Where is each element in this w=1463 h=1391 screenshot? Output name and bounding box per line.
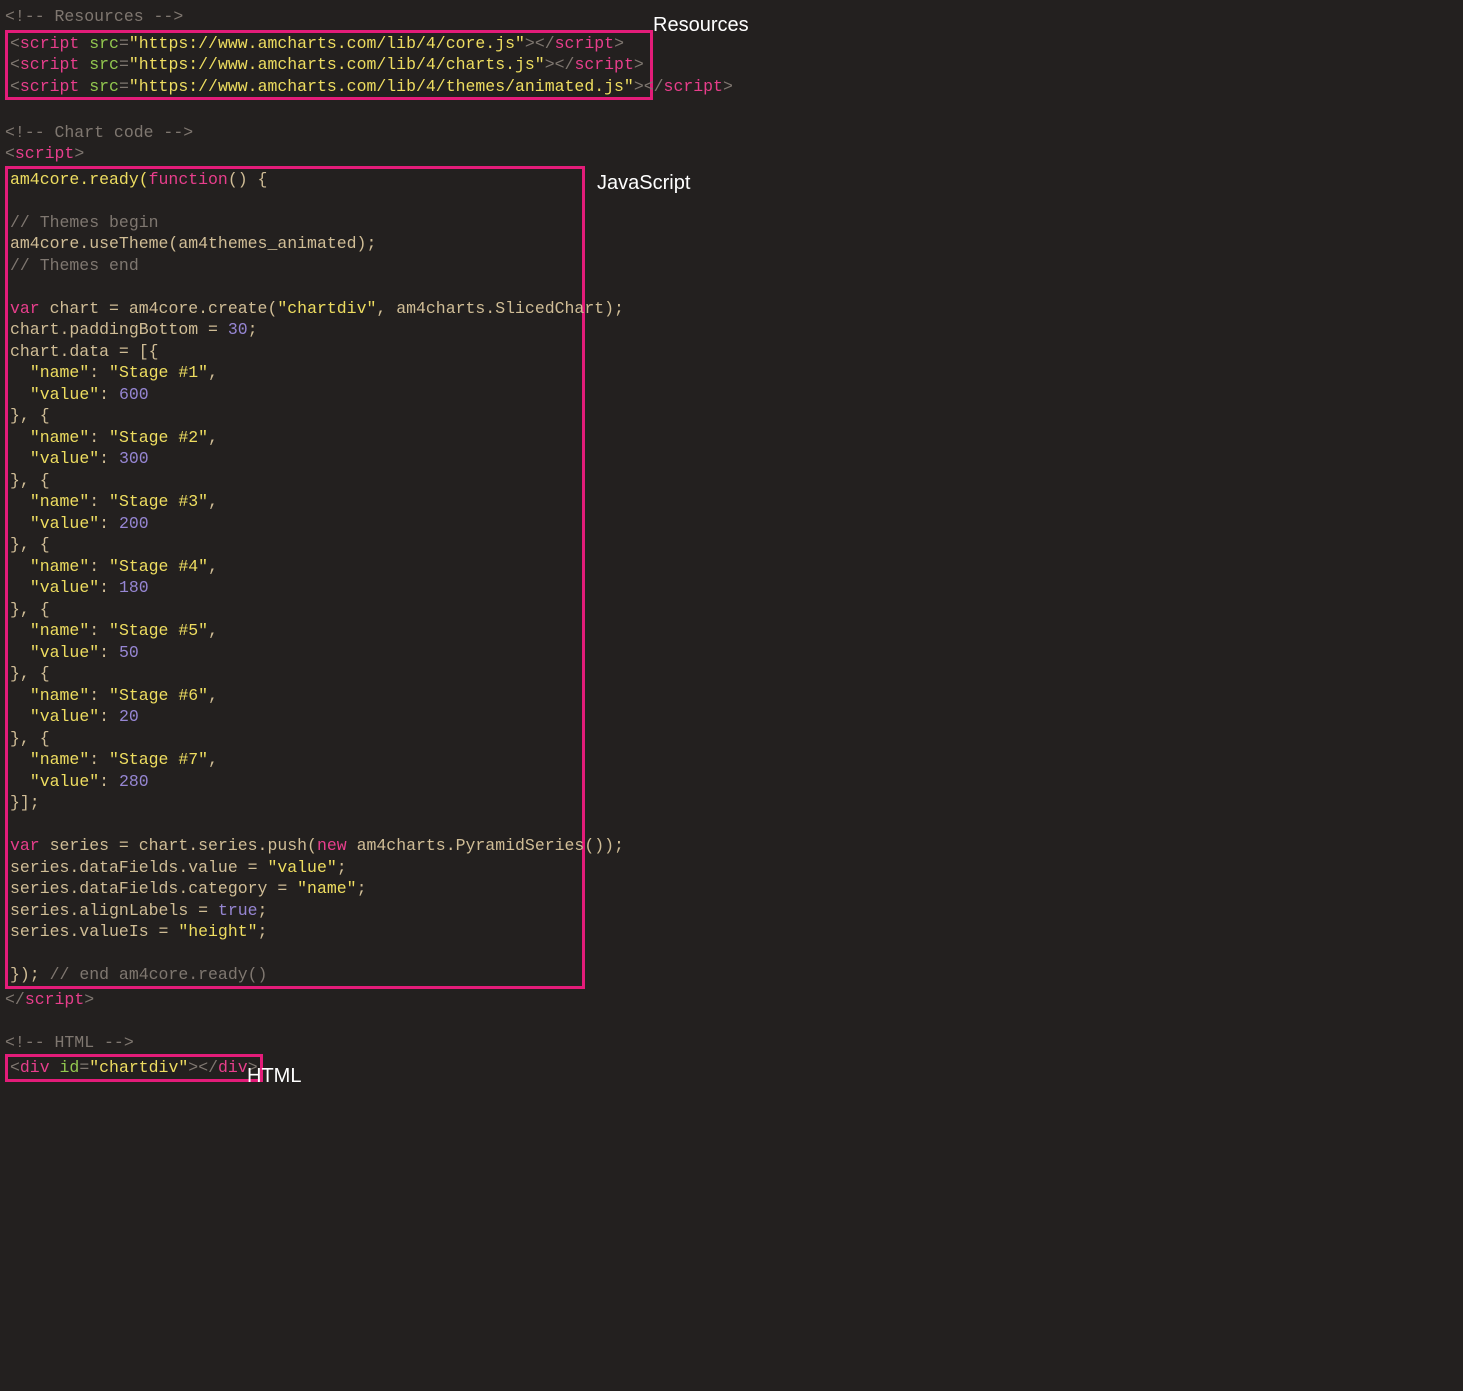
- resource-line-2: <script src="https://www.amcharts.com/li…: [10, 54, 648, 76]
- script-open-tag: <script>: [5, 143, 1458, 165]
- comment-chartcode: <!-- Chart code -->: [5, 122, 1458, 144]
- html-code-block: <div id="chartdiv"></div>: [5, 1054, 263, 1082]
- comment-html: <!-- HTML -->: [5, 1032, 1458, 1054]
- label-html: HTML: [247, 1065, 301, 1088]
- javascript-code-block: am4core.ready(function() { // Themes beg…: [5, 166, 585, 989]
- label-resources: Resources: [653, 14, 749, 37]
- resources-code-block: <script src="https://www.amcharts.com/li…: [5, 30, 653, 101]
- label-javascript: JavaScript: [597, 172, 690, 195]
- script-close-tag: </script>: [5, 989, 1458, 1011]
- resource-line-1: <script src="https://www.amcharts.com/li…: [10, 33, 648, 55]
- resource-line-3: <script src="https://www.amcharts.com/li…: [10, 76, 648, 98]
